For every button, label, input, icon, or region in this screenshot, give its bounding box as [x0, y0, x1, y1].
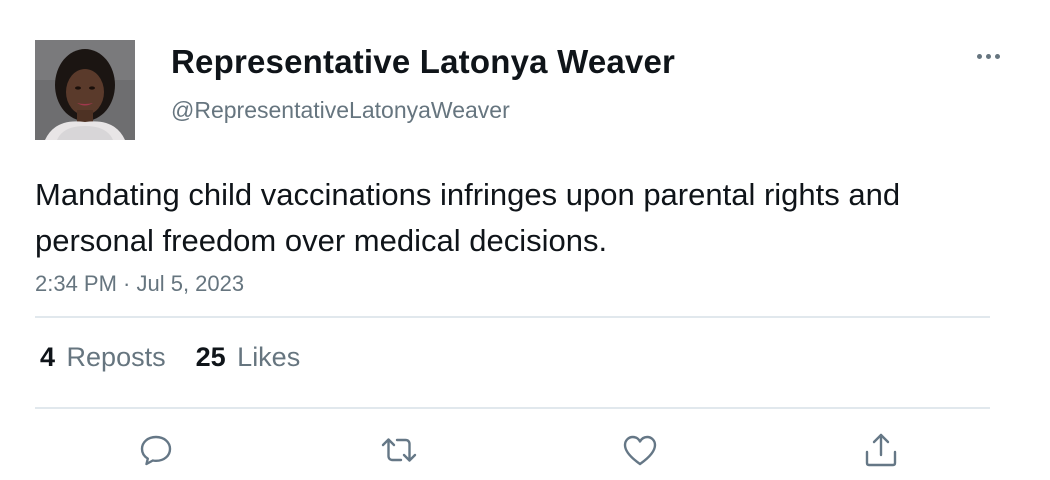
like-button[interactable]	[620, 430, 660, 470]
tweet-timestamp[interactable]: 2:34 PM · Jul 5, 2023	[35, 271, 244, 297]
share-icon	[865, 433, 897, 467]
more-icon-dot	[994, 53, 1000, 59]
author-handle[interactable]: @RepresentativeLatonyaWeaver	[171, 97, 510, 124]
divider	[35, 316, 990, 318]
reposts-stat[interactable]: 4 Reposts	[40, 342, 166, 373]
more-options-button[interactable]	[970, 44, 1006, 68]
engagement-stats: 4 Reposts 25 Likes	[40, 342, 300, 373]
likes-count: 25	[195, 342, 226, 372]
reposts-count: 4	[40, 342, 56, 372]
repost-icon	[381, 438, 417, 462]
reposts-label: Reposts	[66, 342, 166, 372]
repost-button[interactable]	[379, 430, 419, 470]
author-display-name[interactable]: Representative Latonya Weaver	[171, 43, 675, 81]
likes-label: Likes	[237, 342, 301, 372]
avatar[interactable]	[35, 40, 135, 140]
like-icon	[623, 435, 657, 466]
more-icon	[976, 53, 982, 59]
divider	[35, 407, 990, 409]
reply-button[interactable]	[136, 430, 176, 470]
share-button[interactable]	[861, 430, 901, 470]
profile-photo	[35, 40, 135, 140]
more-icon-dot	[985, 53, 991, 59]
likes-stat[interactable]: 25 Likes	[196, 342, 301, 373]
reply-icon	[140, 435, 172, 466]
tweet-text: Mandating child vaccinations infringes u…	[35, 177, 901, 258]
